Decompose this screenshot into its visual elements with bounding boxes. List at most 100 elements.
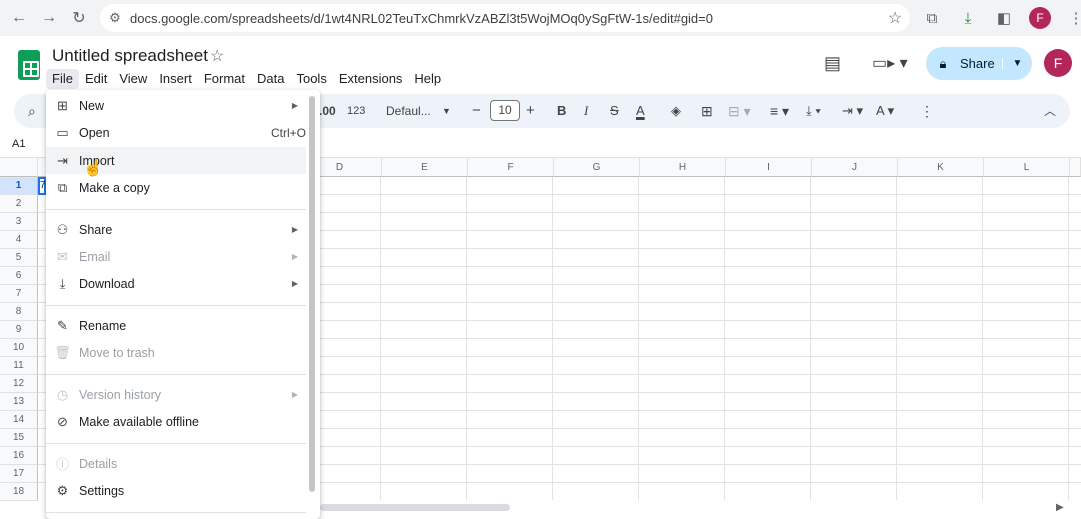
font-dropdown-icon[interactable]: ▼: [442, 94, 451, 128]
profile-button[interactable]: F: [1026, 4, 1054, 32]
column-header[interactable]: G: [554, 158, 640, 177]
fill-color-icon[interactable]: ◈: [671, 94, 681, 128]
menu-file[interactable]: File: [46, 69, 79, 89]
text-color-icon[interactable]: A: [636, 94, 645, 128]
row-header[interactable]: 10: [0, 339, 38, 357]
column-header[interactable]: L: [984, 158, 1070, 177]
font-select[interactable]: Defaul...: [386, 94, 431, 128]
row-header[interactable]: 4: [0, 231, 38, 249]
download-icon: ⤓: [59, 275, 66, 291]
menu-divider: [46, 443, 306, 444]
menu-item-download[interactable]: ⤓ Download ▶: [46, 270, 306, 297]
vertical-align-icon[interactable]: ⤓ ▾: [806, 94, 821, 128]
column-header[interactable]: E: [382, 158, 468, 177]
more-formats-button[interactable]: 123: [347, 94, 365, 128]
selected-cell-a1[interactable]: 7: [38, 177, 46, 195]
font-size-input[interactable]: 10: [490, 100, 520, 121]
merge-cells-icon[interactable]: ⊟ ▾: [728, 94, 751, 128]
text-wrapping-icon[interactable]: ⇥ ▾: [842, 94, 863, 128]
share-dropdown-icon[interactable]: ▼: [1002, 58, 1032, 69]
comment-history-icon[interactable]: ▤: [824, 53, 841, 74]
chrome-menu-icon[interactable]: ⋮: [1062, 4, 1081, 32]
increase-font-size-icon[interactable]: +: [526, 94, 535, 128]
bold-icon[interactable]: B: [557, 94, 566, 128]
row-header[interactable]: 11: [0, 357, 38, 375]
document-title[interactable]: Untitled spreadsheet: [52, 46, 208, 66]
sheets-logo-icon[interactable]: [18, 50, 40, 80]
increase-decimal-button[interactable]: .00: [319, 94, 336, 128]
column-header[interactable]: J: [812, 158, 898, 177]
menu-extensions[interactable]: Extensions: [333, 69, 409, 89]
meet-video-icon[interactable]: ▭▸ ▾: [872, 53, 908, 73]
menu-item-open[interactable]: ▭ Open Ctrl+O: [46, 119, 306, 146]
cell-a1-value: 7: [40, 180, 46, 191]
column-header[interactable]: K: [898, 158, 984, 177]
site-settings-icon[interactable]: ⚙: [100, 10, 130, 26]
text-rotation-icon[interactable]: A ▾: [876, 94, 894, 128]
italic-icon[interactable]: I: [584, 94, 588, 128]
reload-icon[interactable]: ↻: [64, 3, 94, 33]
row-header[interactable]: 7: [0, 285, 38, 303]
forward-icon[interactable]: →: [34, 3, 64, 33]
menu-insert[interactable]: Insert: [153, 69, 198, 89]
submenu-arrow-icon: ▶: [291, 390, 299, 399]
menu-scrollbar[interactable]: [309, 96, 315, 492]
row-header[interactable]: 9: [0, 321, 38, 339]
share-button[interactable]: 🔒︎ Share ▼: [926, 47, 1032, 80]
menu-data[interactable]: Data: [251, 69, 290, 89]
decrease-font-size-icon[interactable]: −: [472, 94, 481, 128]
scroll-right-icon[interactable]: ▶: [1056, 502, 1072, 518]
column-header[interactable]: I: [726, 158, 812, 177]
borders-icon[interactable]: ⊞: [701, 94, 713, 128]
horizontal-scrollbar[interactable]: [320, 500, 1081, 519]
search-menus-icon[interactable]: ⌕: [28, 94, 36, 128]
menu-item-make-a-copy[interactable]: ⧉ Make a copy: [46, 174, 306, 201]
menu-item-rename[interactable]: ✎ Rename: [46, 312, 306, 339]
row-header[interactable]: 2: [0, 195, 38, 213]
star-icon[interactable]: ☆: [210, 46, 224, 66]
row-header[interactable]: 16: [0, 447, 38, 465]
menu-item-new[interactable]: ⊞ New ▶: [46, 92, 306, 119]
menu-item-label: Open: [79, 125, 110, 140]
horizontal-scroll-thumb[interactable]: [320, 504, 510, 511]
more-options-icon[interactable]: ⋮: [920, 94, 934, 128]
menu-edit[interactable]: Edit: [79, 69, 113, 89]
menu-item-label: Import: [79, 153, 115, 168]
column-header[interactable]: F: [468, 158, 554, 177]
downloads-icon[interactable]: ⤓: [954, 4, 982, 32]
hide-menus-icon[interactable]: ︿: [1044, 94, 1056, 128]
name-box[interactable]: A1: [12, 138, 25, 150]
account-avatar[interactable]: F: [1044, 49, 1072, 77]
row-header[interactable]: 12: [0, 375, 38, 393]
strikethrough-icon[interactable]: S: [610, 94, 619, 128]
column-header-partial: [1070, 158, 1081, 177]
import-icon: ⇥: [57, 152, 68, 168]
row-header[interactable]: 18: [0, 483, 38, 501]
row-header[interactable]: 6: [0, 267, 38, 285]
row-header[interactable]: 15: [0, 429, 38, 447]
side-panel-icon[interactable]: ◧: [990, 4, 1018, 32]
menu-tools[interactable]: Tools: [290, 69, 332, 89]
menu-item-label: Share: [79, 222, 113, 237]
row-header[interactable]: 17: [0, 465, 38, 483]
row-header[interactable]: 8: [0, 303, 38, 321]
extensions-icon[interactable]: ⧉: [918, 4, 946, 32]
horizontal-align-icon[interactable]: ≡ ▾: [770, 94, 789, 128]
menu-item-settings[interactable]: ⚙ Settings: [46, 477, 306, 504]
row-header[interactable]: 5: [0, 249, 38, 267]
menu-format[interactable]: Format: [198, 69, 251, 89]
bookmark-star-icon[interactable]: ☆: [880, 8, 910, 28]
row-header[interactable]: 14: [0, 411, 38, 429]
row-header[interactable]: 3: [0, 213, 38, 231]
select-all-corner[interactable]: [0, 158, 38, 177]
menu-item-share[interactable]: ⚇ Share ▶: [46, 216, 306, 243]
address-bar[interactable]: ⚙ docs.google.com/spreadsheets/d/1wt4NRL…: [100, 4, 910, 32]
file-menu-dropdown: ⊞ New ▶ ▭ Open Ctrl+O ⇥ Import ⧉ Make a …: [46, 90, 320, 519]
row-header[interactable]: 1: [0, 177, 38, 195]
column-header[interactable]: H: [640, 158, 726, 177]
back-icon[interactable]: ←: [4, 3, 34, 33]
menu-help[interactable]: Help: [408, 69, 447, 89]
menu-item-make-available-offline[interactable]: ⊘ Make available offline: [46, 408, 306, 435]
row-header[interactable]: 13: [0, 393, 38, 411]
menu-view[interactable]: View: [113, 69, 153, 89]
